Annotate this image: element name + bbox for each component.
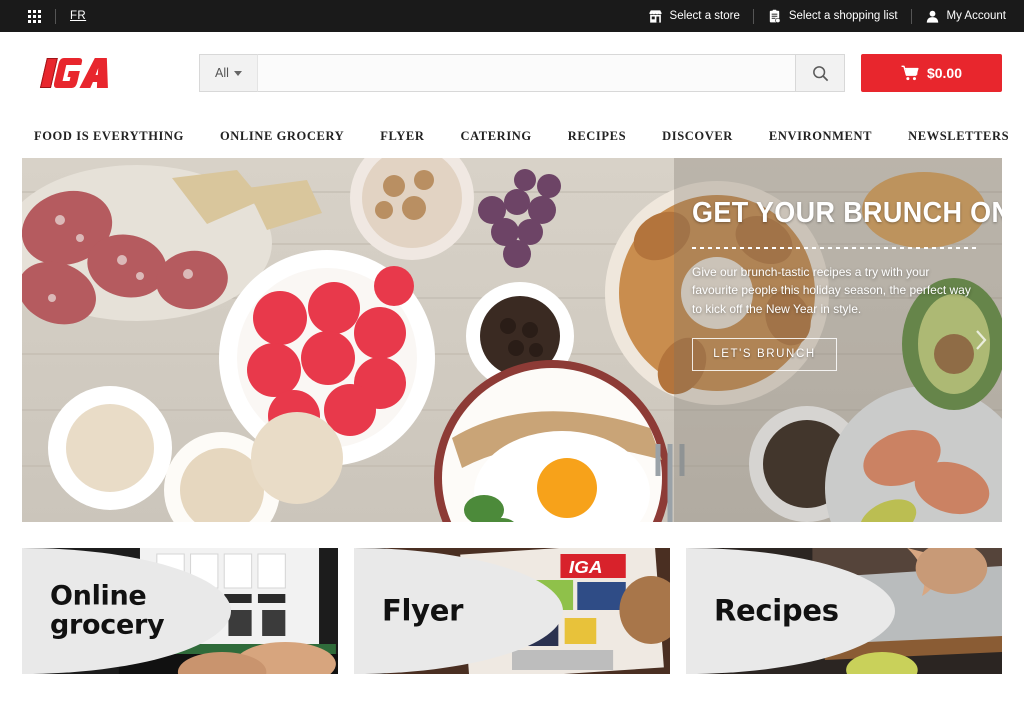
promo-label-line1: Recipes [714, 593, 839, 628]
shopping-cart-icon [901, 65, 919, 81]
nav-item-environment[interactable]: ENVIRONMENT [751, 129, 890, 144]
select-a-store-label: Select a store [669, 10, 740, 22]
chevron-right-icon [976, 330, 987, 350]
search-bar: All [199, 54, 845, 92]
select-a-shopping-list-button[interactable]: Select a shopping list [767, 9, 898, 24]
hero-banner: GET YOUR BRUNCH ON Give our brunch-tasti… [22, 158, 1002, 522]
hero-divider [692, 246, 978, 249]
top-utility-bar: FR Select a store Select a shopping list [0, 0, 1024, 32]
site-header: All $0.00 [0, 32, 1024, 114]
promo-card-online-grocery[interactable]: Online grocery [22, 548, 338, 674]
nav-item-flyer[interactable]: FLYER [362, 129, 442, 144]
nav-item-newsletters[interactable]: NEWSLETTERS [890, 129, 1024, 144]
search-category-label: All [215, 66, 229, 80]
hero-carousel-area: GET YOUR BRUNCH ON Give our brunch-tasti… [0, 158, 1024, 522]
promo-card-flyer[interactable]: IGA Flyer [354, 548, 670, 674]
hero-content: GET YOUR BRUNCH ON Give our brunch-tasti… [674, 197, 1002, 371]
svg-text:IGA: IGA [569, 556, 603, 576]
hero-description: Give our brunch-tastic recipes a try wit… [692, 264, 971, 317]
carousel-next-button[interactable] [968, 320, 994, 360]
select-a-store-button[interactable]: Select a store [648, 9, 740, 24]
my-account-button[interactable]: My Account [925, 9, 1006, 24]
store-icon [648, 9, 662, 23]
promo-card-online-grocery-label: Online grocery [50, 580, 165, 640]
nav-item-online-grocery[interactable]: ONLINE GROCERY [202, 129, 362, 144]
search-submit-button[interactable] [795, 54, 845, 92]
grid-apps-icon[interactable] [28, 9, 41, 23]
clipboard-list-icon [769, 9, 781, 23]
cart-button[interactable]: $0.00 [861, 54, 1002, 92]
topbar-divider-1 [55, 8, 56, 24]
iga-logo-mark [39, 58, 108, 88]
user-icon [926, 10, 938, 23]
search-input[interactable] [257, 54, 795, 92]
promo-label-line1: Flyer [382, 593, 464, 628]
topbar-divider-2 [752, 8, 754, 24]
nav-item-recipes[interactable]: RECIPES [550, 129, 644, 144]
hero-title: GET YOUR BRUNCH ON [692, 197, 1002, 229]
promo-card-recipes[interactable]: Recipes [686, 548, 1002, 674]
topbar-divider-3 [910, 8, 912, 24]
nav-item-discover[interactable]: DISCOVER [644, 129, 751, 144]
promo-label-line1: Online [50, 580, 147, 612]
search-icon [812, 65, 828, 81]
iga-logo[interactable] [22, 53, 172, 93]
search-category-select[interactable]: All [199, 54, 257, 92]
promo-cards: Online grocery IGA Flyer Recipes [0, 522, 1024, 674]
hero-cta-button[interactable]: LET'S BRUNCH [692, 337, 837, 371]
select-a-shopping-list-label: Select a shopping list [788, 10, 898, 22]
chevron-down-icon [233, 70, 242, 76]
nav-item-catering[interactable]: CATERING [442, 129, 549, 144]
language-toggle-fr[interactable]: FR [70, 10, 86, 22]
main-navigation: FOOD IS EVERYTHING ONLINE GROCERY FLYER … [0, 114, 1024, 158]
promo-card-recipes-label: Recipes [714, 593, 839, 628]
nav-item-food-is-everything[interactable]: FOOD IS EVERYTHING [34, 129, 202, 144]
my-account-label: My Account [946, 10, 1006, 22]
promo-label-line2: grocery [50, 609, 165, 640]
cart-amount: $0.00 [926, 65, 963, 81]
promo-card-flyer-label: Flyer [382, 593, 464, 628]
